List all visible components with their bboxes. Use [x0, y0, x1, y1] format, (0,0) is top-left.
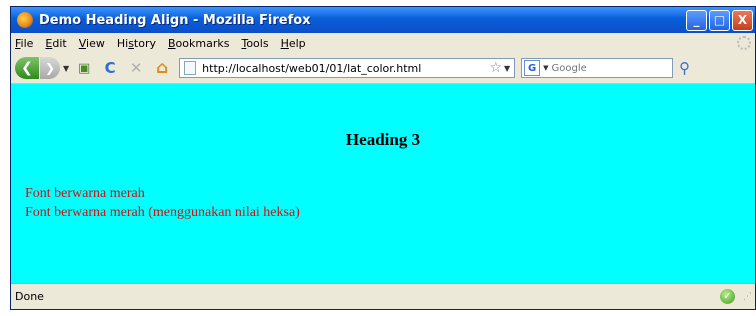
close-button[interactable]: X	[732, 9, 753, 31]
browser-window: Demo Heading Align - Mozilla Firefox _ □…	[10, 6, 756, 310]
url-dropdown-icon[interactable]: ▼	[504, 64, 510, 73]
bookmark-page-icon[interactable]: ▣	[73, 57, 95, 79]
reload-button[interactable]: C	[99, 57, 121, 79]
window-title: Demo Heading Align - Mozilla Firefox	[39, 12, 311, 28]
search-input[interactable]	[551, 62, 652, 74]
menu-bookmarks[interactable]: Bookmarks	[168, 37, 229, 50]
stop-button[interactable]: ✕	[125, 57, 147, 79]
throbber-icon	[737, 36, 751, 50]
title-bar[interactable]: Demo Heading Align - Mozilla Firefox _ □…	[11, 7, 755, 33]
search-bar[interactable]: G ▼	[521, 58, 674, 78]
menu-bar: File Edit View History Bookmarks Tools H…	[11, 33, 755, 53]
red-text-line-2: Font berwarna merah (menggunakan nilai h…	[25, 205, 300, 220]
navigation-toolbar: ❮ ❯ ▼ ▣ C ✕ ⌂ http://localhost/web01/01/…	[11, 53, 755, 84]
resize-grip-icon[interactable]: ⋰	[743, 292, 753, 302]
history-dropdown-icon[interactable]: ▼	[63, 64, 69, 73]
star-icon[interactable]: ☆	[489, 60, 502, 76]
red-text-line-1: Font berwarna merah	[25, 186, 145, 201]
google-engine-icon[interactable]: G	[524, 60, 541, 76]
forward-button[interactable]: ❯	[40, 57, 60, 79]
menu-history[interactable]: History	[117, 37, 156, 50]
back-forward-group: ❮ ❯ ▼	[15, 57, 69, 79]
status-bar: Done ✓ ⋰	[11, 283, 755, 309]
back-button[interactable]: ❮	[15, 57, 39, 79]
menu-tools[interactable]: Tools	[241, 37, 268, 50]
home-button[interactable]: ⌂	[151, 57, 173, 79]
address-bar[interactable]: http://localhost/web01/01/lat_color.html…	[179, 58, 516, 78]
page-icon	[184, 61, 197, 75]
firefox-icon[interactable]	[17, 12, 33, 28]
page-content: Heading 3 Font berwarna merah Font berwa…	[11, 84, 755, 285]
menu-file[interactable]: File	[15, 37, 33, 50]
minimize-button[interactable]: _	[686, 9, 707, 31]
search-icon[interactable]: ⚲	[679, 59, 690, 77]
menu-edit[interactable]: Edit	[45, 37, 66, 50]
maximize-button[interactable]: □	[709, 9, 730, 31]
menu-help[interactable]: Help	[281, 37, 306, 50]
status-ok-icon: ✓	[720, 289, 735, 304]
engine-dropdown-icon[interactable]: ▼	[543, 64, 548, 72]
window-controls: _ □ X	[686, 9, 753, 31]
menu-view[interactable]: View	[79, 37, 105, 50]
url-text[interactable]: http://localhost/web01/01/lat_color.html	[202, 62, 489, 75]
status-text: Done	[15, 290, 44, 303]
page-heading: Heading 3	[345, 130, 421, 149]
